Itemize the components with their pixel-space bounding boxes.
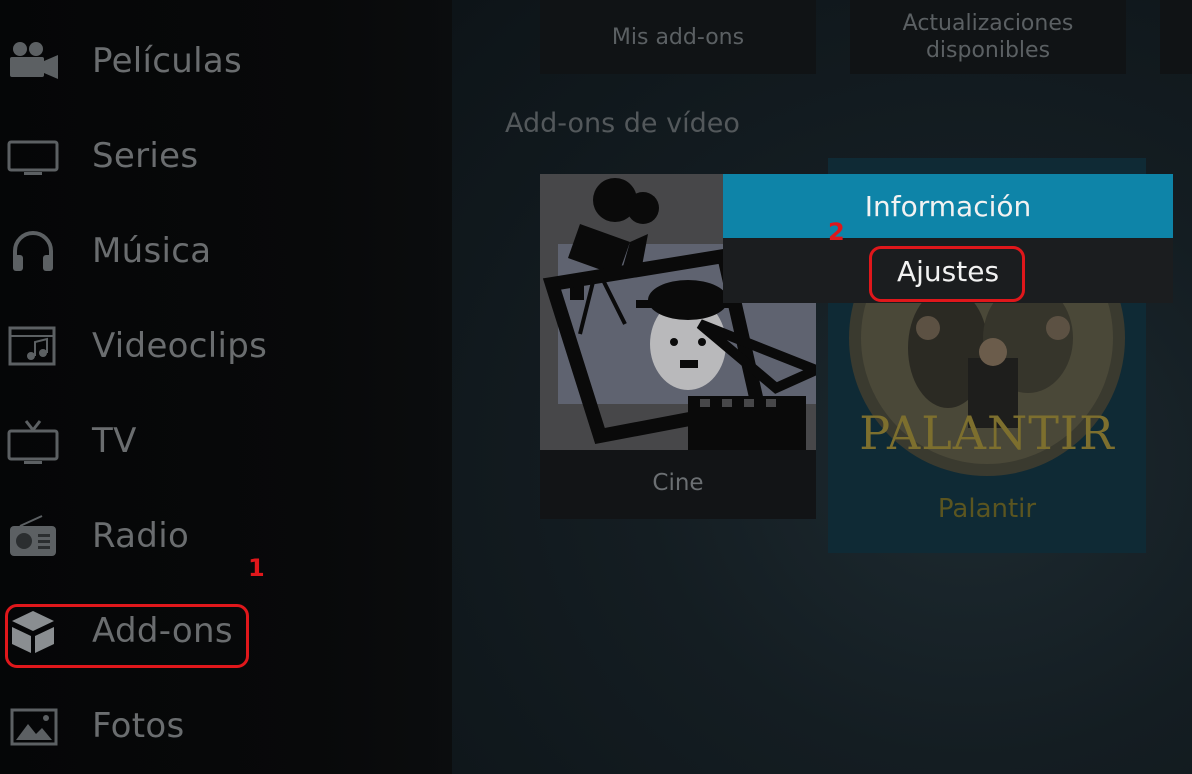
sidebar-item-musica[interactable]: Música (0, 205, 452, 300)
photo-icon (6, 700, 60, 754)
sidebar-item-fotos[interactable]: Fotos (0, 680, 452, 774)
sidebar-item-label: Música (92, 231, 212, 271)
updates-available-tile[interactable]: Actualizaciones disponibles (850, 0, 1126, 74)
sidebar-item-label: Series (92, 136, 199, 176)
next-tile[interactable] (1160, 0, 1192, 74)
headphones-icon (6, 225, 60, 279)
addons-highlight-box (5, 604, 249, 668)
menu-item-informacion[interactable]: Información (723, 174, 1173, 238)
sidebar-item-radio[interactable]: Radio (0, 490, 452, 585)
sidebar-item-label: TV (92, 421, 137, 461)
sidebar-item-peliculas[interactable]: Películas (0, 15, 452, 110)
sidebar-item-label: Radio (92, 516, 190, 556)
tv-icon (6, 130, 60, 184)
sidebar-item-tv[interactable]: TV (0, 395, 452, 490)
music-video-icon (6, 320, 60, 374)
section-title: Add-ons de vídeo (505, 108, 740, 139)
ajustes-highlight-box (869, 246, 1025, 302)
sidebar-item-label: Fotos (92, 706, 185, 746)
addon-label: Cine (652, 470, 704, 496)
radio-icon (6, 510, 60, 564)
sidebar-item-videoclips[interactable]: Videoclips (0, 300, 452, 395)
step-marker-1: 1 (248, 554, 265, 582)
sidebar-item-label: Películas (92, 41, 243, 81)
addon-label: Palantir (937, 494, 1037, 524)
kodi-app: Películas Series Música Videoclips TV Ra… (0, 0, 1192, 774)
palantir-logo: PALANTIR (859, 406, 1115, 460)
my-addons-tile[interactable]: Mis add-ons (540, 0, 816, 74)
step-marker-2: 2 (828, 218, 845, 246)
sidebar-item-series[interactable]: Series (0, 110, 452, 205)
tv-antenna-icon (6, 415, 60, 469)
movie-camera-icon (6, 35, 60, 89)
sidebar-item-label: Videoclips (92, 326, 268, 366)
